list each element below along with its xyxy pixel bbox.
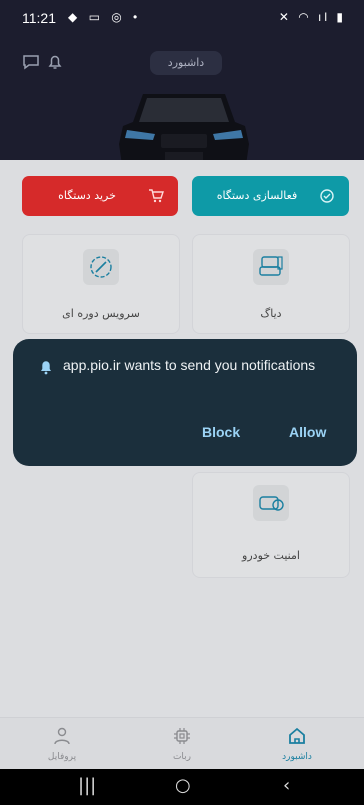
nav-dashboard[interactable]: داشبورد (257, 718, 337, 770)
bell-icon (41, 361, 51, 375)
check-circle-icon (320, 189, 334, 203)
diag-label: دیاگ (260, 307, 282, 320)
activate-device-label: فعالسازی دستگاه (216, 189, 298, 202)
notification-icons: ◆ ▭ ◎ • (68, 10, 142, 24)
buy-device-button[interactable]: خرید دستگاه (22, 176, 178, 216)
nav-robot-label: ربات (172, 752, 192, 762)
nav-robot[interactable]: ربات (142, 718, 222, 770)
activate-device-button[interactable]: فعالسازی دستگاه (192, 176, 349, 216)
chip-icon (174, 728, 190, 744)
home-icon (289, 727, 305, 744)
back-button[interactable]: ‹ (283, 775, 290, 796)
home-button[interactable]: ○ (175, 775, 191, 796)
bell-icon[interactable] (46, 53, 64, 71)
nav-profile[interactable]: پروفایل (22, 718, 102, 770)
car-security-label: امنیت خودرو (242, 549, 300, 562)
message-icon[interactable] (22, 53, 40, 71)
diag-card[interactable]: دیاگ (192, 234, 350, 334)
cart-icon (149, 189, 164, 203)
system-nav-bar: ||| ○ ‹ (0, 769, 364, 805)
allow-button[interactable]: Allow (289, 424, 326, 440)
nav-profile-label: پروفایل (47, 752, 77, 762)
system-status-icons: ✕ ◠ ıl ▮ (278, 10, 346, 24)
buy-device-label: خرید دستگاه (58, 189, 116, 202)
page-title: داشبورد (150, 51, 222, 75)
status-time: 11:21 (22, 10, 56, 26)
status-bar: 11:21 ◆ ▭ ◎ • ✕ ◠ ıl ▮ (0, 0, 364, 34)
periodic-service-card[interactable]: سرویس دوره ای (22, 234, 180, 334)
block-button[interactable]: Block (202, 424, 240, 440)
bottom-nav: داشبورد ربات پروفایل (0, 717, 364, 770)
service-icon (83, 249, 119, 285)
nav-dashboard-label: داشبورد (282, 752, 312, 762)
dialog-message: app.pio.ir wants to send you notificatio… (63, 357, 316, 373)
recents-button[interactable]: ||| (78, 775, 96, 796)
diag-icon (253, 249, 289, 285)
person-icon (54, 727, 70, 745)
car-security-card[interactable]: امنیت خودرو (192, 472, 350, 578)
periodic-service-label: سرویس دوره ای (62, 307, 140, 320)
car-security-icon (253, 485, 289, 521)
notification-permission-dialog: app.pio.ir wants to send you notificatio… (13, 339, 357, 466)
